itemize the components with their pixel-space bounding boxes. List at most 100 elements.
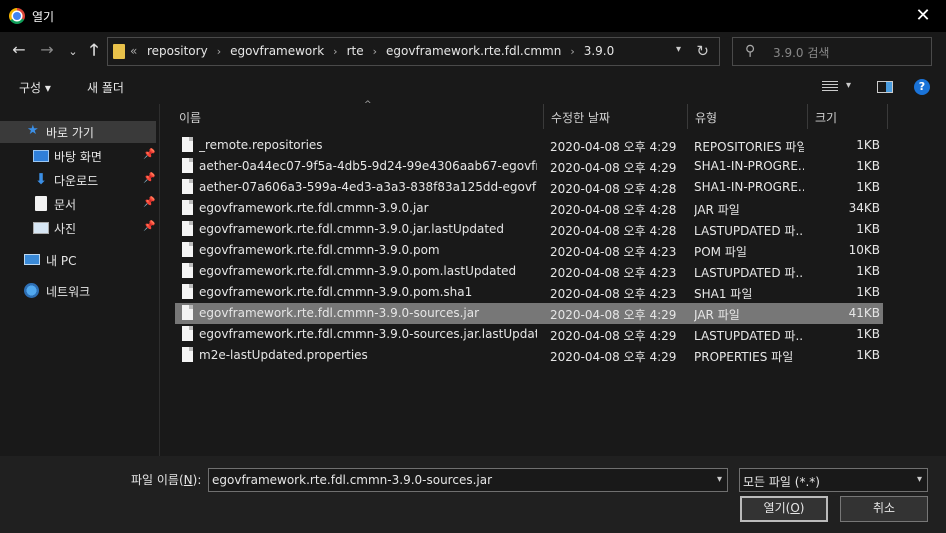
- search-box[interactable]: ⚲ 3.9.0 검색: [732, 37, 932, 66]
- file-icon: [182, 284, 193, 299]
- breadcrumb-item[interactable]: 3.9.0: [584, 44, 615, 58]
- breadcrumb-item[interactable]: egovframework: [230, 44, 324, 58]
- pin-icon: 📌: [143, 149, 156, 160]
- chevron-down-icon[interactable]: ▾: [846, 80, 851, 91]
- file-row[interactable]: aether-07a606a3-599a-4ed3-a3a3-838f83a12…: [175, 177, 883, 198]
- breadcrumb-item[interactable]: repository: [147, 44, 208, 58]
- filetype-select[interactable]: 모든 파일 (*.*) ▾: [739, 468, 928, 492]
- file-date: 2020-04-08 오후 4:28: [550, 203, 677, 217]
- filename-value[interactable]: egovframework.rte.fdl.cmmn-3.9.0-sources…: [212, 473, 492, 487]
- file-type: JAR 파일: [694, 203, 740, 217]
- recent-locations-button[interactable]: ⌄: [63, 43, 83, 61]
- new-folder-button[interactable]: 새 폴더: [87, 79, 124, 96]
- column-header-label: 수정한 날짜: [551, 111, 611, 125]
- close-button[interactable]: ✕: [900, 0, 946, 32]
- file-name: egovframework.rte.fdl.cmmn-3.9.0-sources…: [199, 306, 480, 320]
- file-icon: [182, 347, 193, 362]
- back-button[interactable]: ←: [9, 41, 29, 59]
- file-size: 1KB: [856, 222, 880, 236]
- breadcrumb-item[interactable]: egovframework.rte.fdl.cmmn: [386, 44, 561, 58]
- sidebar-item-label: 바탕 화면: [54, 150, 102, 164]
- sidebar-item-this-pc[interactable]: 내 PC: [0, 249, 156, 271]
- title-bar: 열기 ✕: [0, 0, 946, 32]
- sidebar-item-downloads[interactable]: ⬇ 다운로드 📌: [0, 169, 156, 191]
- file-icon: [182, 158, 193, 173]
- forward-button[interactable]: →: [37, 41, 57, 59]
- file-size: 34KB: [848, 201, 880, 215]
- file-name: egovframework.rte.fdl.cmmn-3.9.0-sources…: [199, 327, 537, 341]
- sidebar-item-documents[interactable]: 문서 📌: [0, 193, 156, 215]
- file-type: POM 파일: [694, 245, 747, 259]
- sidebar-item-label: 사진: [54, 222, 77, 236]
- file-row[interactable]: egovframework.rte.fdl.cmmn-3.9.0.pom.sha…: [175, 282, 883, 303]
- navigation-pane: ★ 바로 가기 바탕 화면 📌 ⬇ 다운로드 📌 문서 📌 사진 📌 내 PC …: [0, 104, 160, 456]
- file-name: egovframework.rte.fdl.cmmn-3.9.0.pom.las…: [199, 264, 517, 278]
- file-list: ^ 이름 수정한 날짜 유형 크기 _remote.repositories 20…: [160, 100, 946, 456]
- column-header-date[interactable]: 수정한 날짜: [544, 104, 688, 129]
- file-size: 10KB: [848, 243, 880, 257]
- sidebar-item-pictures[interactable]: 사진 📌: [0, 217, 156, 239]
- file-type: LASTUPDATED 파...: [694, 224, 804, 238]
- sort-ascending-icon: ^: [364, 100, 372, 110]
- file-name: aether-0a44ec07-9f5a-4db5-9d24-99e4306aa…: [199, 159, 537, 173]
- chevron-down-icon[interactable]: ▾: [676, 44, 681, 55]
- file-name: egovframework.rte.fdl.cmmn-3.9.0.pom.sha…: [199, 285, 473, 299]
- refresh-icon[interactable]: ↻: [696, 42, 709, 60]
- file-type: SHA1 파일: [694, 287, 753, 301]
- file-icon: [182, 179, 193, 194]
- open-button[interactable]: 열기(O): [740, 496, 828, 522]
- file-type: LASTUPDATED 파...: [694, 266, 804, 280]
- file-row[interactable]: egovframework.rte.fdl.cmmn-3.9.0.pom.las…: [175, 261, 883, 282]
- file-date: 2020-04-08 오후 4:23: [550, 245, 677, 259]
- column-header-name[interactable]: ^ 이름: [172, 100, 544, 129]
- file-name: _remote.repositories: [199, 138, 323, 152]
- cancel-button[interactable]: 취소: [840, 496, 928, 522]
- sidebar-item-label: 내 PC: [46, 254, 77, 268]
- breadcrumb-separator[interactable]: ›: [217, 45, 221, 58]
- download-icon: ⬇: [34, 170, 48, 188]
- sidebar-item-label: 문서: [54, 198, 77, 212]
- sidebar-item-quick-access[interactable]: ★ 바로 가기: [0, 121, 156, 143]
- sidebar-item-network[interactable]: 네트워크: [0, 280, 156, 302]
- filename-input[interactable]: egovframework.rte.fdl.cmmn-3.9.0-sources…: [208, 468, 728, 492]
- breadcrumb-overflow-button[interactable]: «: [130, 44, 137, 58]
- picture-icon: [33, 222, 49, 234]
- file-row[interactable]: m2e-lastUpdated.properties 2020-04-08 오후 …: [175, 345, 883, 366]
- file-row[interactable]: egovframework.rte.fdl.cmmn-3.9.0-sources…: [175, 303, 883, 324]
- file-row[interactable]: egovframework.rte.fdl.cmmn-3.9.0-sources…: [175, 324, 883, 345]
- view-options-icon[interactable]: [822, 81, 838, 92]
- sidebar-item-label: 네트워크: [46, 285, 91, 299]
- breadcrumb-separator[interactable]: ›: [570, 45, 574, 58]
- file-row[interactable]: egovframework.rte.fdl.cmmn-3.9.0.jar 2020…: [175, 198, 883, 219]
- file-name: egovframework.rte.fdl.cmmn-3.9.0.jar: [199, 201, 429, 215]
- document-icon: [35, 196, 47, 211]
- file-row[interactable]: _remote.repositories 2020-04-08 오후 4:29 RE…: [175, 135, 883, 156]
- file-size: 1KB: [856, 138, 880, 152]
- organize-button[interactable]: 구성 ▾: [19, 79, 51, 96]
- preview-pane-icon[interactable]: [877, 81, 893, 93]
- address-bar[interactable]: « repository › egovframework › rte › ego…: [107, 37, 720, 66]
- sidebar-item-desktop[interactable]: 바탕 화면 📌: [0, 145, 156, 167]
- column-header-type[interactable]: 유형: [688, 104, 808, 129]
- sidebar-item-label: 바로 가기: [46, 126, 94, 140]
- file-type: REPOSITORIES 파일: [694, 140, 804, 154]
- file-row[interactable]: egovframework.rte.fdl.cmmn-3.9.0.jar.las…: [175, 219, 883, 240]
- column-header-size[interactable]: 크기: [808, 104, 888, 129]
- help-icon[interactable]: ?: [914, 79, 930, 95]
- file-type: SHA1-IN-PROGRE...: [694, 159, 804, 173]
- file-row[interactable]: egovframework.rte.fdl.cmmn-3.9.0.pom 2020…: [175, 240, 883, 261]
- pc-icon: [24, 254, 40, 265]
- file-date: 2020-04-08 오후 4:29: [550, 161, 677, 175]
- chevron-down-icon[interactable]: ▾: [917, 474, 922, 485]
- file-name: aether-07a606a3-599a-4ed3-a3a3-838f83a12…: [199, 180, 537, 194]
- file-icon: [182, 242, 193, 257]
- file-size: 1KB: [856, 327, 880, 341]
- search-input[interactable]: 3.9.0 검색: [773, 44, 829, 61]
- up-button[interactable]: 🡑: [84, 41, 104, 59]
- chevron-down-icon[interactable]: ▾: [717, 474, 722, 485]
- toolbar: 구성 ▾ 새 폴더 ▾ ?: [0, 70, 946, 104]
- file-row[interactable]: aether-0a44ec07-9f5a-4db5-9d24-99e4306aa…: [175, 156, 883, 177]
- breadcrumb-item[interactable]: rte: [347, 44, 364, 58]
- breadcrumb-separator[interactable]: ›: [333, 45, 337, 58]
- breadcrumb-separator[interactable]: ›: [373, 45, 377, 58]
